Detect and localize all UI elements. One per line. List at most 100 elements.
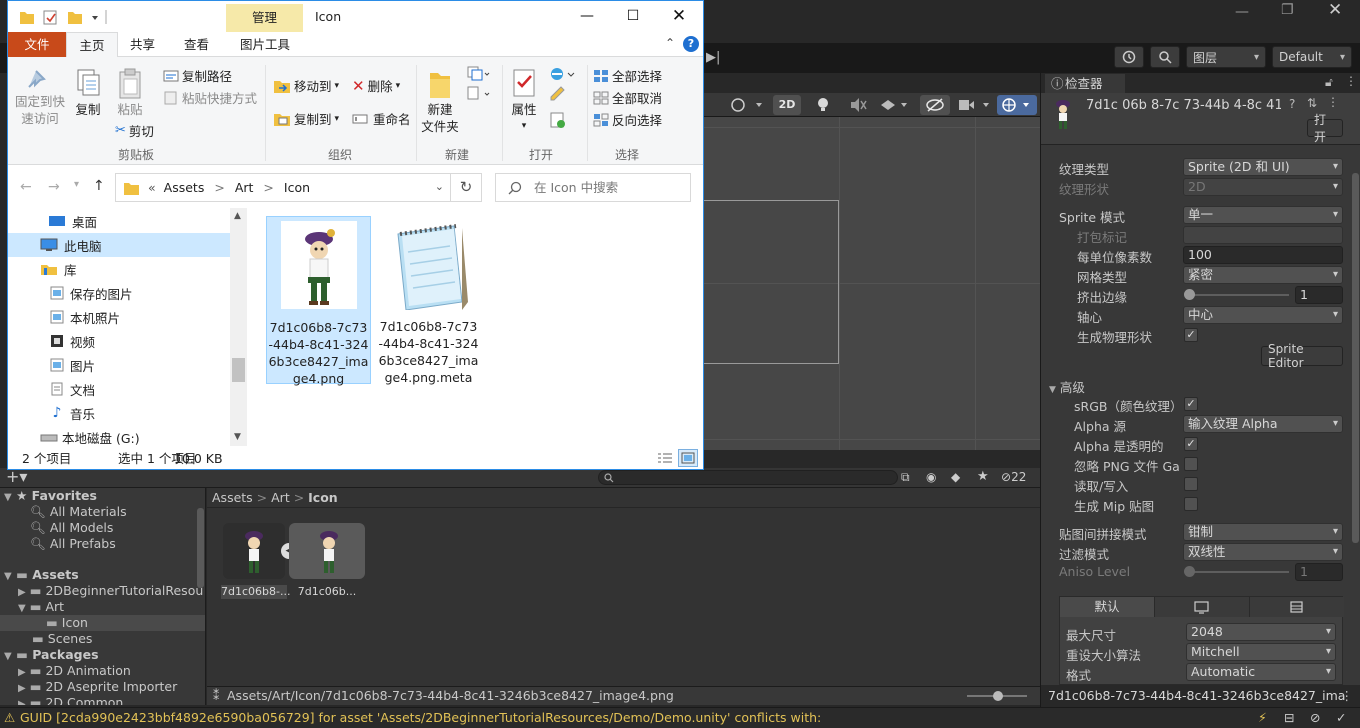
tree-assets[interactable]: ▼ ▬ Assets xyxy=(0,567,205,583)
paste-shortcut-button[interactable]: 粘贴快捷方式 xyxy=(163,88,257,107)
layers-dropdown[interactable]: 图层 xyxy=(1186,46,1266,68)
restore-icon[interactable]: ❐ xyxy=(1281,2,1294,18)
scene-view[interactable] xyxy=(703,117,1040,450)
close-button[interactable]: ✕ xyxy=(656,1,702,32)
alpha-transparent-checkbox[interactable]: ✓ xyxy=(1184,437,1198,451)
search-input[interactable]: 在 Icon 中搜索 xyxy=(495,173,691,202)
scene-2d-toggle[interactable]: 2D xyxy=(773,95,801,115)
console-status-bar[interactable]: ⚠ GUID [2cda990e2423bbf4892e6590ba056729… xyxy=(0,707,1360,728)
new-folder-button[interactable]: 新建 文件夹 xyxy=(420,67,460,135)
copy-button[interactable]: 复制 xyxy=(70,67,106,118)
address-dropdown-icon[interactable]: ⌄ xyxy=(435,180,444,193)
help-icon[interactable]: ? xyxy=(683,36,699,52)
recent-dropdown-icon[interactable]: ▾ xyxy=(74,179,79,190)
filter-icon[interactable]: ◉ xyxy=(926,470,936,484)
favorite-star-icon[interactable]: ★ xyxy=(977,469,989,484)
ppu-input[interactable]: 100 xyxy=(1183,246,1343,264)
tab-home[interactable]: 主页 xyxy=(66,32,118,58)
select-all-button[interactable]: 全部选择 xyxy=(593,66,662,85)
cut-button[interactable]: ✂ 剪切 xyxy=(115,121,154,140)
back-arrow-icon[interactable]: ← xyxy=(20,179,32,195)
tab-view[interactable]: 查看 xyxy=(184,32,209,57)
address-part[interactable]: Icon xyxy=(284,180,310,195)
play-step-icon[interactable]: ▶| xyxy=(706,50,720,65)
forward-arrow-icon[interactable]: → xyxy=(48,179,60,195)
address-bar[interactable]: « Assets > Art > Icon ⌄ xyxy=(115,173,451,202)
up-arrow-icon[interactable]: ↑ xyxy=(93,178,105,194)
history-button[interactable] xyxy=(1114,46,1144,68)
maximize-button[interactable]: ☐ xyxy=(610,1,656,32)
file-item-png[interactable]: 7d1c06b8-7c73 -44b4-8c41-324 6b3ce8427_i… xyxy=(266,216,371,386)
more-menu-icon[interactable]: ⋮ xyxy=(1327,95,1339,109)
file-item-meta[interactable]: 7d1c06b8-7c73 -44b4-8c41-324 6b3ce8427_i… xyxy=(376,216,481,385)
nav-item-camera-roll[interactable]: 本机照片 xyxy=(8,305,230,329)
scroll-down-icon[interactable]: ▼ xyxy=(234,432,241,442)
project-search-input[interactable] xyxy=(598,470,898,485)
rename-button[interactable]: 重命名 xyxy=(352,109,411,128)
help-icon[interactable]: ? xyxy=(1289,97,1295,111)
cloud-icon[interactable]: ⊘ xyxy=(1310,708,1320,728)
visibility-toggle[interactable] xyxy=(920,95,950,115)
inspector-preview-bar[interactable]: 7d1c06b8-7c73-44b4-8c41-3246b3ce8427_ima… xyxy=(1041,685,1360,707)
platform-tab-webgl[interactable] xyxy=(1249,597,1344,617)
refresh-button[interactable]: ↻ xyxy=(451,173,482,202)
layout-dropdown[interactable]: Default xyxy=(1272,46,1352,68)
read-write-checkbox[interactable] xyxy=(1184,477,1198,491)
nav-item-libraries[interactable]: 库 xyxy=(8,257,230,281)
new-item-button[interactable] xyxy=(466,65,492,103)
preset-icon[interactable]: ⇅ xyxy=(1307,96,1317,110)
tree-package[interactable]: ▶ ▬ 2D Common xyxy=(0,695,205,705)
resize-dropdown[interactable]: Mitchell xyxy=(1186,643,1336,661)
audio-icon[interactable] xyxy=(849,97,867,113)
close-icon[interactable]: ✕ xyxy=(1328,0,1342,20)
nav-item-this-pc[interactable]: 此电脑 xyxy=(8,233,230,257)
inspector-scrollbar[interactable] xyxy=(1352,173,1359,543)
nav-scroll-thumb[interactable] xyxy=(232,358,245,382)
srgb-checkbox[interactable]: ✓ xyxy=(1184,397,1198,411)
type-filter-icon[interactable]: ⧉ xyxy=(901,470,910,485)
tree-folder[interactable]: ▬ Scenes xyxy=(0,631,205,647)
extrude-input[interactable]: 1 xyxy=(1295,286,1343,304)
inspector-tab[interactable]: ⓘ 检查器 xyxy=(1045,74,1125,93)
add-icon[interactable]: +▾ xyxy=(6,468,27,486)
more-menu-icon[interactable]: ⋮ xyxy=(1345,74,1357,88)
shading-mode-dropdown[interactable] xyxy=(729,96,765,114)
ignore-png-checkbox[interactable] xyxy=(1184,457,1198,471)
pivot-dropdown[interactable]: 中心 xyxy=(1183,306,1343,324)
address-overflow[interactable]: « xyxy=(148,180,156,195)
hidden-packages-toggle[interactable]: ⊘22 xyxy=(1001,470,1026,484)
address-part[interactable]: Art xyxy=(235,180,254,195)
scroll-up-icon[interactable]: ▲ xyxy=(234,211,241,221)
invert-selection-button[interactable]: 反向选择 xyxy=(593,110,662,129)
advanced-foldout[interactable]: ▼ 高级 xyxy=(1041,375,1360,395)
effects-icon[interactable] xyxy=(879,97,909,113)
minimize-icon[interactable]: — xyxy=(1235,4,1249,20)
wrap-mode-dropdown[interactable]: 钳制 xyxy=(1183,523,1343,541)
delete-button[interactable]: ✕ 删除 ▾ xyxy=(352,76,400,95)
lock-icon[interactable]: 🔓︎ xyxy=(1325,75,1333,90)
camera-icon[interactable] xyxy=(957,97,993,113)
zoom-slider-knob[interactable] xyxy=(993,691,1003,701)
pin-quick-access-button[interactable]: 固定到快 速访问 xyxy=(14,67,66,127)
check-icon[interactable]: ✓ xyxy=(1336,708,1346,728)
gen-physics-checkbox[interactable]: ✓ xyxy=(1184,328,1198,342)
search-button[interactable] xyxy=(1150,46,1180,68)
move-to-button[interactable]: 移动到 ▾ xyxy=(273,76,339,95)
details-view-button[interactable] xyxy=(656,450,674,466)
nav-item-music[interactable]: ♪ 音乐 xyxy=(8,401,230,425)
tree-scrollbar[interactable] xyxy=(197,508,204,588)
sprite-mode-dropdown[interactable]: 单一 xyxy=(1183,206,1343,224)
tab-file[interactable]: 文件 xyxy=(8,32,66,57)
manage-context-tab[interactable]: 管理 xyxy=(226,4,303,32)
copy-to-button[interactable]: 复制到 ▾ xyxy=(273,109,339,128)
sprite-editor-button[interactable]: Sprite Editor xyxy=(1261,342,1343,370)
open-button[interactable]: 打开 xyxy=(1307,113,1343,144)
tree-fav-item[interactable]: 🔍︎ All Models xyxy=(0,520,205,536)
tab-share[interactable]: 共享 xyxy=(130,32,155,57)
tab-picture-tools[interactable]: 图片工具 xyxy=(240,32,290,57)
tree-packages[interactable]: ▼ ▬ Packages xyxy=(0,647,205,663)
sub-asset-thumbnail[interactable] xyxy=(289,523,365,579)
platform-tab-standalone[interactable] xyxy=(1154,597,1249,617)
asset-thumbnail[interactable] xyxy=(223,523,285,579)
minimize-button[interactable]: — xyxy=(564,1,610,32)
